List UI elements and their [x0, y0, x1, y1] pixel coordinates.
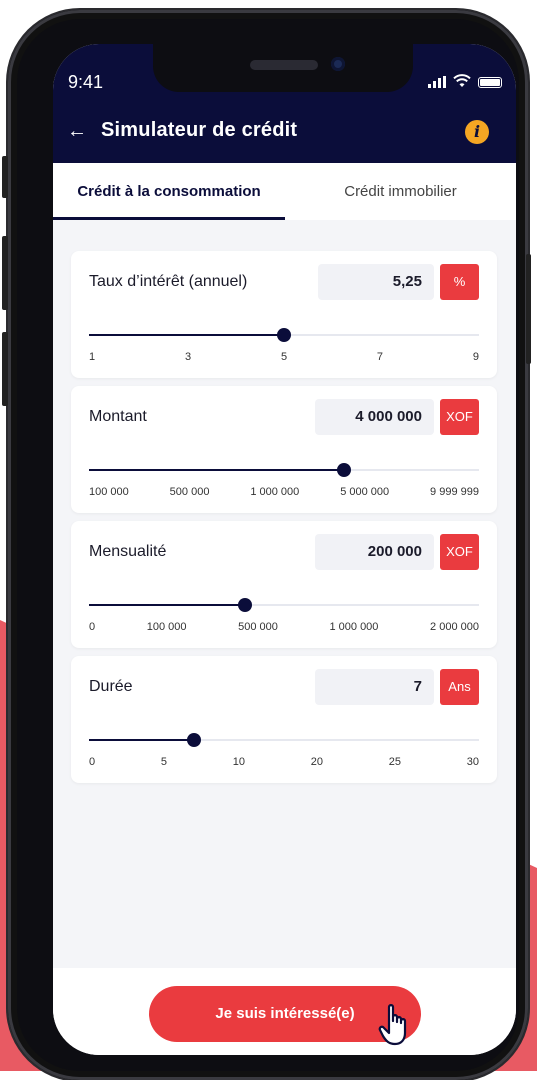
status-time: 9:41 — [68, 72, 104, 92]
field-label: Taux d’intérêt (annuel) — [89, 273, 248, 290]
tick-label: 5 000 000 — [340, 486, 390, 498]
mute-switch — [2, 156, 8, 198]
duration-card: Durée 7 Ans 0 5 10 20 25 30 — [71, 656, 497, 783]
field-label: Durée — [89, 678, 133, 695]
slider-fill — [89, 604, 245, 606]
app-screen: 9:41 ← Simulateur de crédit i Crédit à l… — [53, 44, 516, 1055]
tab-credit-immobilier[interactable]: Crédit immobilier — [285, 163, 516, 220]
unit-badge: % — [440, 264, 479, 300]
tab-bar: Crédit à la consommation Crédit immobili… — [53, 163, 516, 220]
slider-handle[interactable] — [337, 463, 352, 477]
slider-handle[interactable] — [187, 733, 202, 747]
tick-label: 25 — [388, 756, 401, 768]
tick-label: 3 — [184, 351, 192, 363]
tick-label: 100 000 — [89, 486, 129, 498]
slider-handle[interactable] — [238, 598, 252, 612]
duration-input[interactable]: 7 — [315, 669, 434, 705]
unit-badge: XOF — [440, 399, 479, 435]
notch — [153, 44, 413, 92]
unit-badge: XOF — [440, 534, 479, 570]
tick-label: 9 — [472, 351, 479, 363]
tick-label: 5 — [160, 756, 167, 768]
speaker — [250, 60, 318, 70]
tick-label: 7 — [376, 351, 384, 363]
volume-up-button — [2, 236, 8, 310]
tick-label: 0 — [89, 621, 96, 633]
amount-input[interactable]: 4 000 000 — [315, 399, 434, 435]
tick-label: 500 000 — [238, 621, 278, 633]
monthly-payment-card: Mensualité 200 000 XOF 0 100 000 500 000… — [71, 521, 497, 648]
status-icons — [428, 74, 502, 88]
interest-rate-card: Taux d’intérêt (annuel) 5,25 % 1 3 5 7 9 — [71, 251, 497, 378]
front-camera — [331, 57, 345, 71]
monthly-payment-slider[interactable] — [89, 598, 479, 612]
slider-ticks: 0 100 000 500 000 1 000 000 2 000 000 — [89, 621, 479, 633]
monthly-payment-input[interactable]: 200 000 — [315, 534, 434, 570]
power-button — [526, 254, 531, 364]
duration-slider[interactable] — [89, 733, 479, 747]
tick-label: 500 000 — [169, 486, 210, 498]
footer: Je suis intéressé(e) — [53, 968, 516, 1055]
tick-label: 100 000 — [146, 621, 187, 633]
slider-fill — [89, 469, 345, 471]
tick-label: 1 — [89, 351, 96, 363]
tick-label: 2 000 000 — [430, 621, 479, 633]
phone-frame: 9:41 ← Simulateur de crédit i Crédit à l… — [2, 10, 531, 1080]
interest-rate-input[interactable]: 5,25 — [318, 264, 434, 300]
hand-pointer-icon — [378, 1004, 407, 1046]
amount-card: Montant 4 000 000 XOF 100 000 500 000 1 … — [71, 386, 497, 513]
interest-rate-slider[interactable] — [89, 328, 479, 342]
tab-credit-consommation[interactable]: Crédit à la consommation — [53, 163, 285, 220]
tick-label: 1 000 000 — [250, 486, 300, 498]
tick-label: 0 — [89, 756, 96, 768]
slider-fill — [89, 739, 195, 741]
tick-label: 20 — [310, 756, 323, 768]
field-label: Mensualité — [89, 543, 167, 560]
wifi-icon — [453, 74, 471, 88]
slider-handle[interactable] — [277, 328, 291, 342]
page-title: Simulateur de crédit — [101, 119, 298, 141]
slider-ticks: 1 3 5 7 9 — [89, 351, 479, 363]
amount-slider[interactable] — [89, 463, 479, 477]
volume-down-button — [2, 332, 8, 406]
tick-label: 1 000 000 — [329, 621, 379, 633]
slider-ticks: 0 5 10 20 25 30 — [89, 756, 479, 768]
battery-icon — [478, 77, 502, 88]
tick-label: 10 — [232, 756, 245, 768]
signal-icon — [428, 76, 446, 88]
tick-label: 5 — [280, 351, 288, 363]
arrow-left-icon[interactable]: ← — [67, 120, 87, 143]
field-label: Montant — [89, 408, 147, 425]
tick-label: 30 — [466, 756, 479, 768]
info-icon[interactable]: i — [465, 120, 489, 144]
unit-badge: Ans — [440, 669, 479, 705]
slider-fill — [89, 334, 284, 336]
tick-label: 9 999 999 — [430, 486, 479, 498]
slider-ticks: 100 000 500 000 1 000 000 5 000 000 9 99… — [89, 486, 479, 498]
